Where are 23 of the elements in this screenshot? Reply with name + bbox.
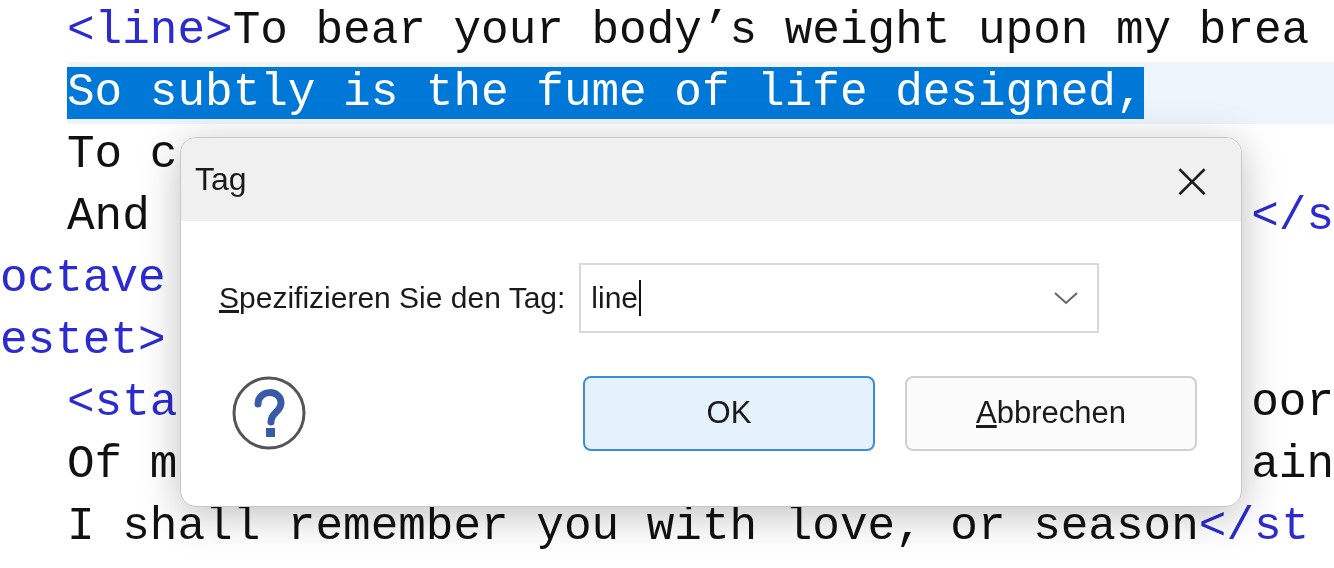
code-text: ain xyxy=(1251,439,1334,491)
code-text: To bear your body’s weight upon my brea xyxy=(232,5,1310,57)
code-text: So subtly is the fume of life designed, xyxy=(67,67,1144,119)
code-text: I shall remember you with love, or season xyxy=(67,501,1199,553)
code-text: To c xyxy=(67,129,178,181)
close-button[interactable]: × xyxy=(1157,144,1227,215)
cancel-button[interactable]: Abbrechen xyxy=(905,375,1197,451)
help-icon[interactable] xyxy=(231,375,307,451)
ok-button[interactable]: OK xyxy=(583,375,875,451)
text-cursor-icon xyxy=(639,280,643,316)
tag-label: Spezifizieren Sie den Tag: xyxy=(219,281,566,315)
code-text: Of m xyxy=(67,439,178,491)
dialog-title: Tag xyxy=(195,161,247,198)
xml-tag: <sta xyxy=(67,377,178,429)
tag-combobox[interactable]: line xyxy=(579,263,1100,333)
xml-tag: estet> xyxy=(0,315,166,367)
xml-tag: </st xyxy=(1198,501,1310,553)
xml-tag: </s xyxy=(1251,191,1334,243)
xml-tag: <line> xyxy=(67,5,233,57)
chevron-down-icon xyxy=(1053,290,1080,306)
code-text: oor xyxy=(1251,377,1334,429)
code-text: And xyxy=(67,191,150,243)
xml-tag: octave xyxy=(0,253,166,305)
